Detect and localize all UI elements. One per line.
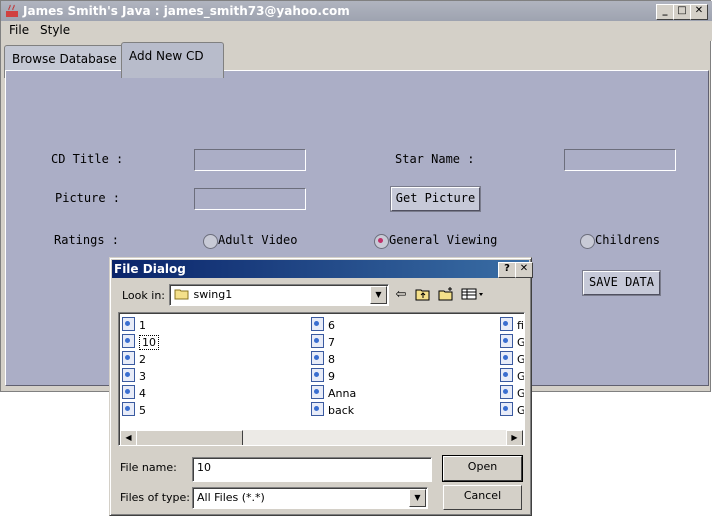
file-icon — [500, 317, 513, 331]
files-of-type-combo[interactable]: All Files (*.*) ▼ — [192, 487, 428, 509]
view-menu-icon[interactable] — [460, 287, 486, 303]
list-item[interactable]: GI — [500, 385, 524, 400]
new-folder-icon[interactable] — [437, 287, 455, 303]
dialog-title: File Dialog — [114, 262, 186, 276]
file-name-input[interactable]: 10 — [192, 457, 432, 482]
cancel-button[interactable]: Cancel — [443, 485, 522, 510]
file-icon — [311, 385, 324, 399]
file-icon — [311, 351, 324, 365]
list-item[interactable]: Anna — [311, 385, 356, 400]
star-name-label: Star Name : — [395, 152, 475, 166]
tab-label: Add New CD — [129, 49, 204, 63]
list-item-selected[interactable]: 10 — [122, 334, 159, 350]
cd-title-label: CD Title : — [51, 152, 124, 166]
scroll-right-icon[interactable]: ▶ — [506, 430, 523, 445]
chevron-down-icon[interactable]: ▼ — [409, 489, 426, 507]
open-button[interactable]: Open — [442, 455, 523, 482]
list-item[interactable]: back — [311, 402, 354, 417]
radio-childrens[interactable] — [580, 234, 595, 249]
up-folder-icon[interactable] — [414, 287, 432, 303]
ratings-label: Ratings : — [54, 233, 120, 247]
star-name-input[interactable] — [564, 149, 676, 171]
file-icon — [311, 334, 324, 348]
file-icon — [122, 368, 135, 382]
file-name-label: File name: — [120, 461, 177, 474]
cd-title-input[interactable] — [194, 149, 306, 171]
list-item[interactable]: 8 — [311, 351, 335, 366]
file-icon — [500, 334, 513, 348]
get-picture-button[interactable]: Get Picture — [390, 186, 481, 212]
close-button[interactable]: ✕ — [690, 4, 708, 20]
scroll-thumb[interactable] — [136, 430, 243, 445]
scroll-left-icon[interactable]: ◀ — [120, 430, 137, 445]
dialog-titlebar[interactable]: File Dialog ? ✕ — [112, 260, 533, 278]
menu-file[interactable]: File — [9, 23, 29, 37]
list-item[interactable]: fin — [500, 317, 524, 332]
radio-general-viewing-label: General Viewing — [389, 233, 498, 247]
list-item[interactable]: GI — [500, 334, 524, 349]
file-icon — [311, 368, 324, 382]
file-icon — [122, 402, 135, 416]
list-item[interactable]: 5 — [122, 402, 146, 417]
file-icon — [122, 334, 135, 348]
look-in-label: Look in: — [122, 289, 165, 302]
list-item[interactable]: 4 — [122, 385, 146, 400]
file-icon — [311, 402, 324, 416]
list-item[interactable]: 3 — [122, 368, 146, 383]
radio-childrens-label: Childrens — [595, 233, 661, 247]
maximize-button[interactable]: □ — [673, 4, 691, 20]
file-icon — [122, 385, 135, 399]
menu-bar: File Style — [1, 21, 712, 41]
file-dialog: File Dialog ? ✕ Look in: swing1 ▼ ⇦ 1 10… — [109, 257, 533, 516]
file-icon — [500, 402, 513, 416]
list-item[interactable]: GI — [500, 351, 524, 366]
radio-adult-video[interactable] — [203, 234, 218, 249]
file-icon — [311, 317, 324, 331]
radio-adult-video-label: Adult Video — [218, 233, 298, 247]
picture-label: Picture : — [55, 191, 121, 205]
file-icon — [500, 351, 513, 365]
file-icon — [122, 317, 135, 331]
list-item[interactable]: 9 — [311, 368, 335, 383]
dialog-close-button[interactable]: ✕ — [515, 262, 533, 278]
radio-general-viewing[interactable] — [374, 234, 389, 249]
window-title: James Smith's Java : james_smith73@yahoo… — [23, 4, 350, 18]
file-icon — [500, 385, 513, 399]
list-item[interactable]: GI — [500, 402, 524, 417]
list-item[interactable]: GI — [500, 368, 524, 383]
tab-label: Browse Database — [12, 52, 117, 66]
back-arrow-icon[interactable]: ⇦ — [392, 287, 410, 303]
picture-input[interactable] — [194, 188, 306, 210]
help-button[interactable]: ? — [498, 262, 516, 278]
window-titlebar[interactable]: James Smith's Java : james_smith73@yahoo… — [1, 1, 712, 21]
look-in-combo[interactable]: swing1 ▼ — [169, 284, 389, 306]
files-of-type-label: Files of type: — [120, 491, 191, 504]
minimize-button[interactable]: _ — [656, 4, 674, 20]
menu-style[interactable]: Style — [40, 23, 70, 37]
file-icon — [122, 351, 135, 365]
save-data-button[interactable]: SAVE DATA — [582, 270, 661, 296]
tab-add-new-cd[interactable]: Add New CD — [121, 42, 224, 78]
folder-icon — [174, 289, 189, 300]
list-item[interactable]: 6 — [311, 317, 335, 332]
files-of-type-value: All Files (*.*) — [197, 491, 265, 504]
list-item[interactable]: 7 — [311, 334, 335, 349]
look-in-value: swing1 — [193, 288, 233, 301]
list-item[interactable]: 2 — [122, 351, 146, 366]
list-item[interactable]: 1 — [122, 317, 146, 332]
file-icon — [500, 368, 513, 382]
horizontal-scrollbar[interactable]: ◀ ▶ — [120, 430, 523, 445]
file-list[interactable]: 1 10 2 3 4 5 6 7 8 9 Anna back fin GI GI… — [118, 312, 525, 446]
chevron-down-icon[interactable]: ▼ — [370, 286, 387, 304]
java-app-icon — [6, 4, 18, 17]
